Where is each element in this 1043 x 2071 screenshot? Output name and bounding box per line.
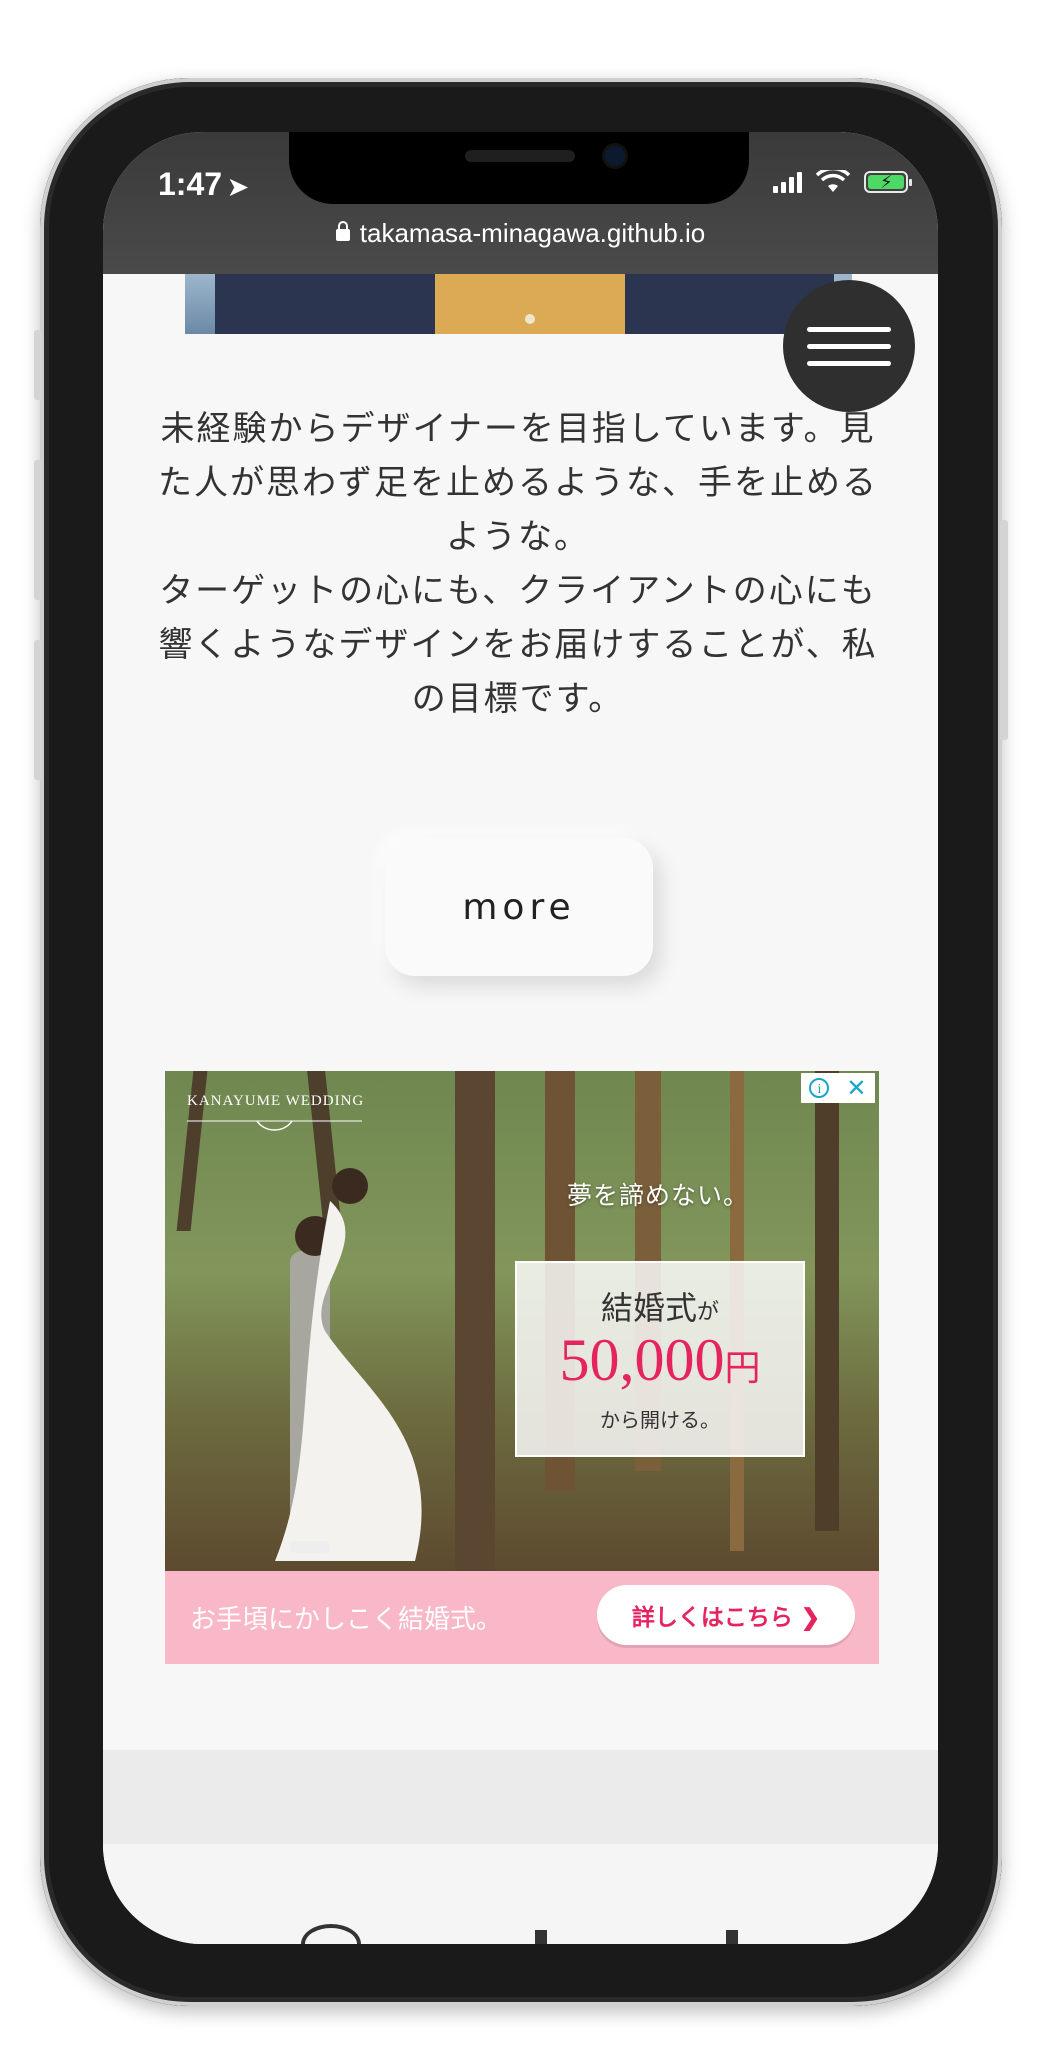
close-icon[interactable]: ✕ bbox=[846, 1076, 866, 1100]
status-bar: 1:47 ➤ ⚡ takamasa-minagawa.github.io bbox=[103, 132, 938, 274]
status-time: 1:47 ➤ bbox=[158, 166, 249, 202]
wifi-icon bbox=[816, 170, 850, 192]
footer-logo-fragment bbox=[535, 1930, 547, 1944]
cellular-signal-icon bbox=[773, 171, 802, 193]
ad-footer-text: お手頃にかしこく結婚式。 bbox=[190, 1605, 503, 1635]
hamburger-icon-bar bbox=[807, 344, 891, 349]
hamburger-icon-bar bbox=[807, 361, 891, 366]
front-camera bbox=[605, 146, 625, 166]
advertisement-banner[interactable]: KANAYUME WEDDING i ✕ 夢を諦めない。 結婚式が 50,000… bbox=[165, 1071, 879, 1664]
profile-photo bbox=[185, 274, 852, 334]
volume-down-button bbox=[34, 640, 42, 780]
ad-price: 50,000円 bbox=[559, 1327, 761, 1393]
status-icons: ⚡ bbox=[773, 170, 912, 194]
volume-up-button bbox=[34, 460, 42, 600]
ringer-switch bbox=[34, 330, 42, 400]
info-icon[interactable]: i bbox=[809, 1078, 830, 1098]
earpiece-speaker bbox=[465, 150, 575, 162]
battery-charging-icon: ⚡ bbox=[864, 171, 912, 193]
intro-paragraph: 未経験からデザイナーを目指しています。見た人が思わず足を止めるような、手を止める… bbox=[158, 409, 878, 557]
ad-footer: お手頃にかしこく結婚式。 詳しくはこちら ❯ bbox=[165, 1571, 879, 1664]
ad-brand-ornament bbox=[187, 1120, 362, 1131]
hamburger-icon bbox=[807, 327, 891, 332]
notch bbox=[289, 132, 749, 204]
ad-card-heading: 結婚式が bbox=[600, 1289, 720, 1327]
address-bar[interactable]: takamasa-minagawa.github.io bbox=[103, 218, 938, 249]
intro-paragraph: ターゲットの心にも、クライアントの心にも響くようなデザインをお届けすることが、私… bbox=[158, 571, 878, 719]
footer-bottom bbox=[103, 1844, 938, 1944]
footer-logo-fragment bbox=[726, 1930, 738, 1944]
intro-text: 未経験からデザイナーを目指しています。見た人が思わず足を止めるような、手を止める… bbox=[143, 402, 893, 726]
ad-couple-image bbox=[275, 1168, 422, 1561]
more-button[interactable]: more bbox=[385, 838, 653, 976]
url-text: takamasa-minagawa.github.io bbox=[359, 218, 706, 248]
ad-choices[interactable]: i ✕ bbox=[801, 1073, 875, 1103]
ad-price-card: 結婚式が 50,000円 から開ける。 bbox=[515, 1261, 805, 1457]
ad-tagline: 夢を諦めない。 bbox=[567, 1181, 750, 1210]
ad-card-subtext: から開ける。 bbox=[600, 1408, 720, 1432]
hamburger-menu-button[interactable] bbox=[783, 280, 915, 412]
phone-screen: 1:47 ➤ ⚡ takamasa-minagawa.github.io 未経験… bbox=[103, 132, 938, 1944]
ad-brand-logo: KANAYUME WEDDING bbox=[187, 1093, 365, 1109]
location-arrow-icon: ➤ bbox=[228, 174, 249, 201]
ad-details-button[interactable]: 詳しくはこちら ❯ bbox=[597, 1585, 855, 1645]
lock-icon bbox=[335, 221, 350, 241]
power-button bbox=[1000, 520, 1008, 740]
